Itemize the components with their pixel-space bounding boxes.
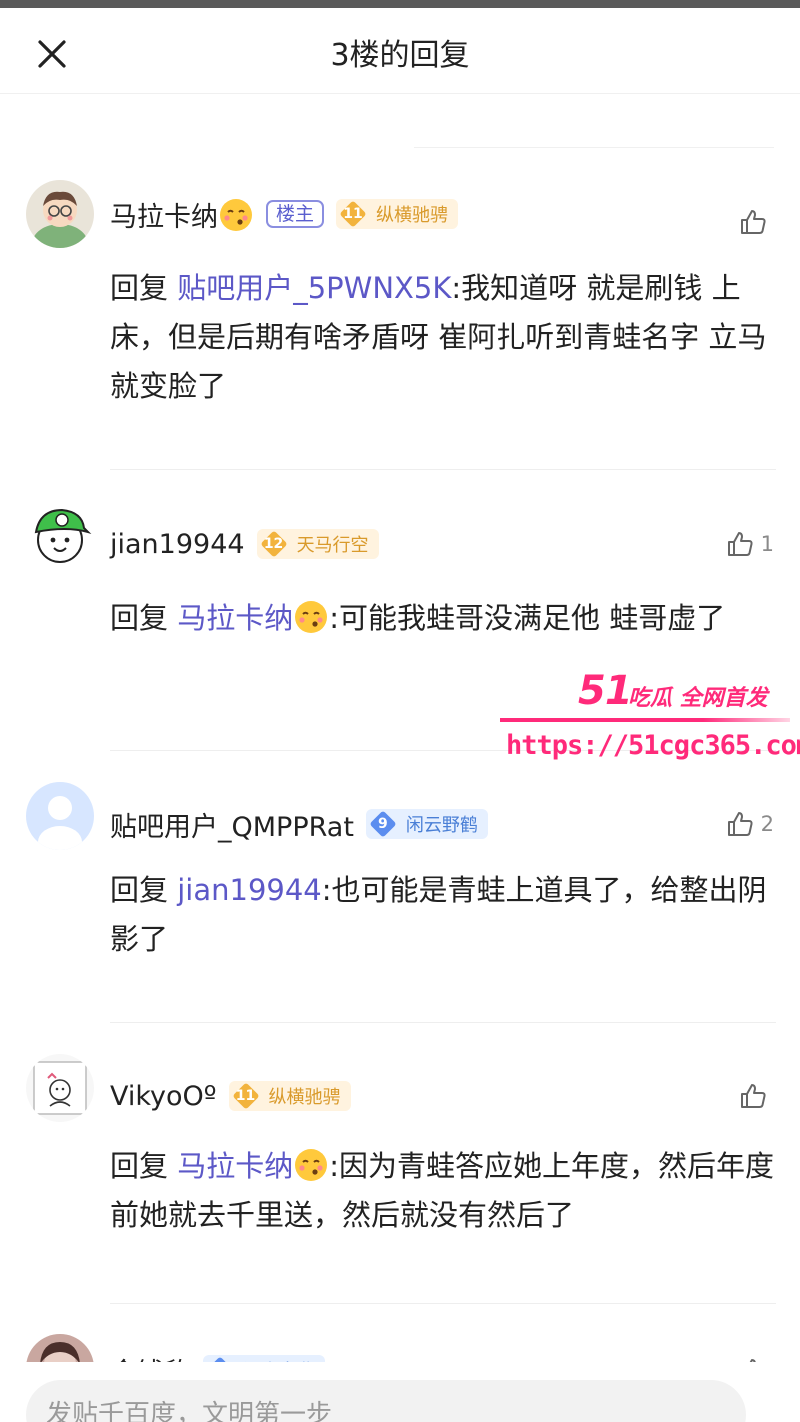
comment-text: 回复 马拉卡纳:可能我蛙哥没满足他 蛙哥虚了: [110, 594, 778, 643]
reply-sheet: 3楼的回复 马拉卡纳 楼主 11 纵横驰骋 回复 贴吧用户_5PWNX5K:我知…: [0, 8, 800, 1422]
like-button[interactable]: [738, 1081, 774, 1111]
name-row: 马拉卡纳 楼主 11 纵横驰骋: [110, 194, 459, 234]
level-number: 9: [366, 809, 400, 839]
divider: [110, 469, 776, 470]
watermark-tag: 吃瓜 全网首发: [628, 686, 768, 711]
avatar[interactable]: [26, 782, 94, 850]
comment-body: :可能我蛙哥没满足他 蛙哥虚了: [329, 601, 726, 635]
comment-text: 回复 马拉卡纳:因为青蛙答应她上年度，然后年度前她就去千里送，然后就没有然后了: [110, 1142, 778, 1240]
divider: [110, 1022, 776, 1023]
username[interactable]: jian19944: [110, 529, 245, 560]
like-button[interactable]: 1: [725, 529, 774, 559]
level-title: 天马行空: [296, 535, 369, 556]
status-strip: [0, 0, 800, 8]
like-count: 1: [760, 532, 774, 556]
username[interactable]: 马拉卡纳: [110, 195, 254, 234]
comment-text: 回复 jian19944:也可能是青蛙上道具了，给整出阴影了: [110, 866, 778, 964]
reply-label: 回复: [110, 873, 169, 907]
level-badge: 11 纵横驰骋: [228, 1081, 351, 1111]
reply-label: 回复: [110, 271, 169, 305]
thumb-up-icon: [741, 1084, 766, 1108]
like-button[interactable]: 2: [725, 809, 774, 839]
level-badge: 11 纵横驰骋: [336, 199, 459, 229]
reply-input-placeholder: 发贴千百度，文明第一步: [46, 1400, 333, 1422]
watermark: 51 吃瓜 全网首发 https://51cgc365.com: [496, 668, 800, 768]
reply-input[interactable]: 发贴千百度，文明第一步: [26, 1380, 746, 1422]
avatar[interactable]: [26, 502, 94, 570]
kissing-face-emoji: [220, 198, 252, 231]
thumb-up-icon: [741, 210, 766, 234]
reply-label: 回复: [110, 601, 169, 635]
level-number: 12: [257, 529, 291, 559]
level-number: 11: [336, 199, 370, 229]
avatar[interactable]: [26, 180, 94, 248]
divider: [110, 1303, 776, 1304]
name-row: 贴吧用户_QMPPRat 9 闲云野鹤: [110, 804, 488, 844]
mention-link[interactable]: 贴吧用户_5PWNX5K: [177, 271, 451, 305]
watermark-line: [500, 718, 790, 722]
watermark-url: https://51cgc365.com: [506, 730, 800, 761]
like-count: 2: [760, 812, 774, 836]
level-title: 纵横驰骋: [376, 205, 449, 226]
sheet-header: 3楼的回复: [0, 8, 800, 94]
comment-text: 回复 贴吧用户_5PWNX5K:我知道呀 就是刷钱 上床，但是后期有啥矛盾呀 崔…: [110, 264, 778, 411]
kissing-face-emoji: [295, 1149, 328, 1181]
watermark-brand: 51: [578, 668, 633, 714]
level-badge: 9 闲云野鹤: [365, 809, 488, 839]
level-badge: 12 天马行空: [256, 529, 379, 559]
host-badge: 楼主: [266, 200, 325, 228]
avatar[interactable]: [26, 1054, 94, 1122]
name-row: jian19944 12 天马行空: [110, 524, 379, 564]
reply-label: 回复: [110, 1149, 169, 1183]
divider: [414, 147, 774, 148]
mention-link[interactable]: jian19944: [177, 873, 322, 907]
username[interactable]: VikyoOº: [110, 1081, 217, 1112]
username[interactable]: 贴吧用户_QMPPRat: [110, 805, 354, 844]
like-button[interactable]: [738, 207, 774, 237]
mention-link[interactable]: 马拉卡纳: [177, 1149, 329, 1183]
page-title: 3楼的回复: [330, 38, 470, 73]
mention-link[interactable]: 马拉卡纳: [177, 601, 329, 635]
name-row: VikyoOº 11 纵横驰骋: [110, 1076, 351, 1116]
level-number: 11: [229, 1081, 263, 1111]
thumb-up-icon: [727, 532, 753, 556]
thumb-up-icon: [727, 812, 753, 836]
level-title: 纵横驰骋: [268, 1087, 341, 1108]
kissing-face-emoji: [295, 601, 328, 633]
level-title: 闲云野鹤: [405, 815, 478, 836]
